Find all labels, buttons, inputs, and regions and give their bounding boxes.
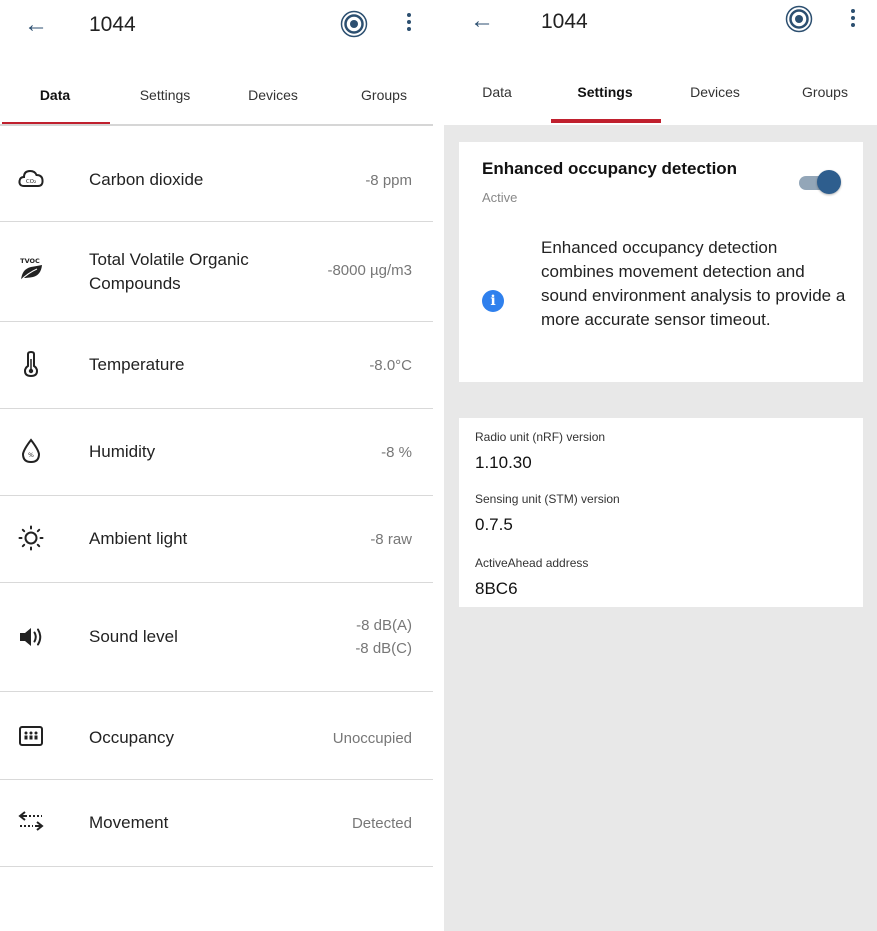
more-options-icon[interactable] bbox=[404, 10, 414, 38]
humidity-drop-icon: % bbox=[21, 438, 41, 464]
activeahead-address-value: 8BC6 bbox=[475, 579, 518, 598]
row-label: Humidity bbox=[89, 442, 156, 461]
device-info-card: Radio unit (nRF) version 1.10.30 Sensing… bbox=[459, 418, 863, 607]
enhanced-occupancy-card: Enhanced occupancy detection Active i En… bbox=[459, 142, 863, 382]
list-item-humidity[interactable]: % Humidity -8 % bbox=[0, 409, 433, 496]
row-label: Movement bbox=[89, 813, 169, 832]
back-arrow-icon[interactable]: ← bbox=[24, 10, 48, 40]
row-value: -8 % bbox=[381, 444, 412, 461]
page-title: 1044 bbox=[541, 10, 588, 33]
svg-text:CO₂: CO₂ bbox=[26, 179, 36, 185]
tvoc-leaf-icon: TVOC bbox=[20, 257, 42, 281]
status-text: Active bbox=[482, 190, 518, 205]
tab-data[interactable]: Data bbox=[0, 87, 110, 103]
svg-text:%: % bbox=[28, 452, 34, 459]
data-screen: ← 1044 Data Settings Devices Groups CO₂ … bbox=[0, 0, 433, 931]
occupancy-icon bbox=[19, 726, 43, 746]
tab-groups[interactable]: Groups bbox=[770, 84, 877, 100]
sensing-version-value: 0.7.5 bbox=[475, 515, 513, 534]
settings-screen: ← 1044 Data Settings Devices Groups Enha… bbox=[444, 0, 877, 931]
activeahead-address-label: ActiveAhead address bbox=[475, 556, 589, 570]
row-value: -8.0°C bbox=[369, 357, 412, 374]
list-item-sound-level[interactable]: Sound level -8 dB(A) -8 dB(C) bbox=[0, 583, 433, 692]
row-label: Total Volatile Organic Compounds bbox=[89, 250, 249, 293]
radar-icon[interactable] bbox=[340, 10, 368, 38]
row-label: Temperature bbox=[89, 355, 185, 374]
tab-settings[interactable]: Settings bbox=[110, 87, 220, 103]
back-arrow-icon[interactable]: ← bbox=[470, 6, 494, 36]
app-bar: ← 1044 bbox=[444, 0, 877, 58]
tab-bar: Data Settings Devices Groups bbox=[444, 58, 877, 125]
tab-data[interactable]: Data bbox=[444, 84, 550, 100]
movement-arrows-icon bbox=[18, 811, 44, 831]
row-value: -8 raw bbox=[370, 531, 412, 548]
page-title: 1044 bbox=[89, 13, 136, 36]
row-label: Occupancy bbox=[89, 728, 175, 747]
row-label: Carbon dioxide bbox=[89, 170, 204, 189]
list-item-ambient-light[interactable]: Ambient light -8 raw bbox=[0, 496, 433, 583]
sensing-version-label: Sensing unit (STM) version bbox=[475, 492, 620, 506]
row-label: Ambient light bbox=[89, 529, 188, 548]
tab-bar: Data Settings Devices Groups bbox=[0, 60, 433, 126]
row-label: Sound level bbox=[89, 627, 178, 646]
row-value: Unoccupied bbox=[332, 730, 412, 747]
tab-groups[interactable]: Groups bbox=[326, 87, 433, 103]
thermometer-icon bbox=[23, 351, 39, 377]
row-value: -8000 µg/m3 bbox=[327, 262, 412, 279]
toggle-knob bbox=[817, 170, 841, 194]
more-options-icon[interactable] bbox=[848, 6, 858, 34]
active-tab-indicator bbox=[551, 119, 661, 123]
speaker-icon bbox=[20, 628, 42, 646]
tab-devices[interactable]: Devices bbox=[660, 84, 770, 100]
list-item-carbon-dioxide[interactable]: CO₂ Carbon dioxide -8 ppm bbox=[0, 136, 433, 222]
row-value: Detected bbox=[351, 815, 412, 832]
app-bar: ← 1044 bbox=[0, 0, 433, 52]
list-item-movement[interactable]: Movement Detected bbox=[0, 780, 433, 867]
tab-devices[interactable]: Devices bbox=[220, 87, 326, 103]
row-value-a: -8 dB(A) bbox=[356, 617, 412, 634]
tab-divider bbox=[0, 124, 433, 126]
list-item-temperature[interactable]: Temperature -8.0°C bbox=[0, 322, 433, 409]
svg-text:TVOC: TVOC bbox=[20, 257, 40, 265]
list-item-tvoc[interactable]: TVOC Total Volatile Organic Compounds -8… bbox=[0, 222, 433, 322]
list-item-occupancy[interactable]: Occupancy Unoccupied bbox=[0, 692, 433, 780]
co2-cloud-icon: CO₂ bbox=[18, 169, 44, 187]
info-icon: i bbox=[482, 290, 504, 312]
sun-icon bbox=[18, 525, 44, 551]
radio-version-label: Radio unit (nRF) version bbox=[475, 430, 606, 444]
radar-icon[interactable] bbox=[785, 5, 813, 33]
radio-version-value: 1.10.30 bbox=[475, 453, 532, 472]
row-value: -8 ppm bbox=[365, 172, 412, 189]
info-description: Enhanced occupancy detection combines mo… bbox=[541, 238, 846, 329]
row-value-c: -8 dB(C) bbox=[355, 640, 412, 657]
enhanced-occupancy-toggle[interactable] bbox=[799, 170, 841, 194]
card-title: Enhanced occupancy detection bbox=[482, 159, 738, 178]
tab-settings[interactable]: Settings bbox=[550, 84, 660, 100]
